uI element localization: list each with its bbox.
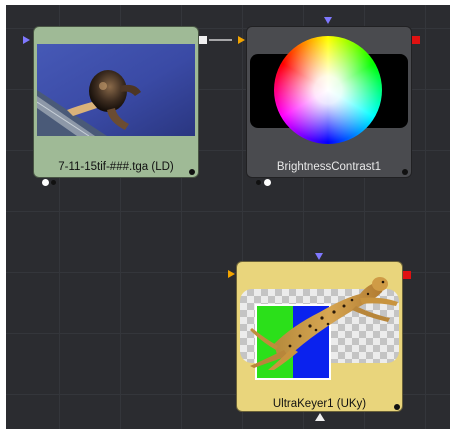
keyer-output-triangle-icon[interactable] [315, 413, 325, 421]
node-flow-canvas[interactable]: 7-11-15tif-###.tga (LD) BrightnessContra… [6, 5, 450, 429]
brightness-input-icon[interactable] [238, 36, 245, 44]
brightness-mask-input-icon[interactable] [324, 17, 332, 24]
brightness-view-indicator-1[interactable] [256, 180, 261, 185]
loader-mask-input-icon[interactable] [23, 36, 30, 44]
brightness-view-indicator-2[interactable] [264, 179, 271, 186]
loader-node[interactable]: 7-11-15tif-###.tga (LD) [33, 26, 199, 178]
loader-node-label: 7-11-15tif-###.tga (LD) [58, 161, 174, 173]
keyer-status-dot [394, 404, 400, 410]
keyer-mask-input-icon[interactable] [315, 253, 323, 260]
keyer-output-port[interactable] [403, 271, 411, 279]
loader-status-dot [189, 169, 195, 175]
ultra-keyer-node[interactable]: UltraKeyer1 (UKy) [236, 261, 403, 412]
astronaut-thumbnail [37, 44, 195, 136]
color-wheel-icon [274, 36, 382, 144]
brightness-node-label: BrightnessContrast1 [276, 161, 382, 173]
brightness-contrast-node[interactable]: BrightnessContrast1 [246, 26, 412, 178]
loader-output-port[interactable] [199, 36, 207, 44]
loader-view-indicator-1[interactable] [42, 179, 49, 186]
cheetah-icon [250, 277, 398, 370]
keyer-input-icon[interactable] [228, 270, 235, 278]
keyer-node-label: UltraKeyer1 (UKy) [272, 398, 367, 410]
brightness-output-port[interactable] [412, 36, 420, 44]
brightness-status-dot [402, 169, 408, 175]
loader-view-indicator-2[interactable] [51, 180, 56, 185]
